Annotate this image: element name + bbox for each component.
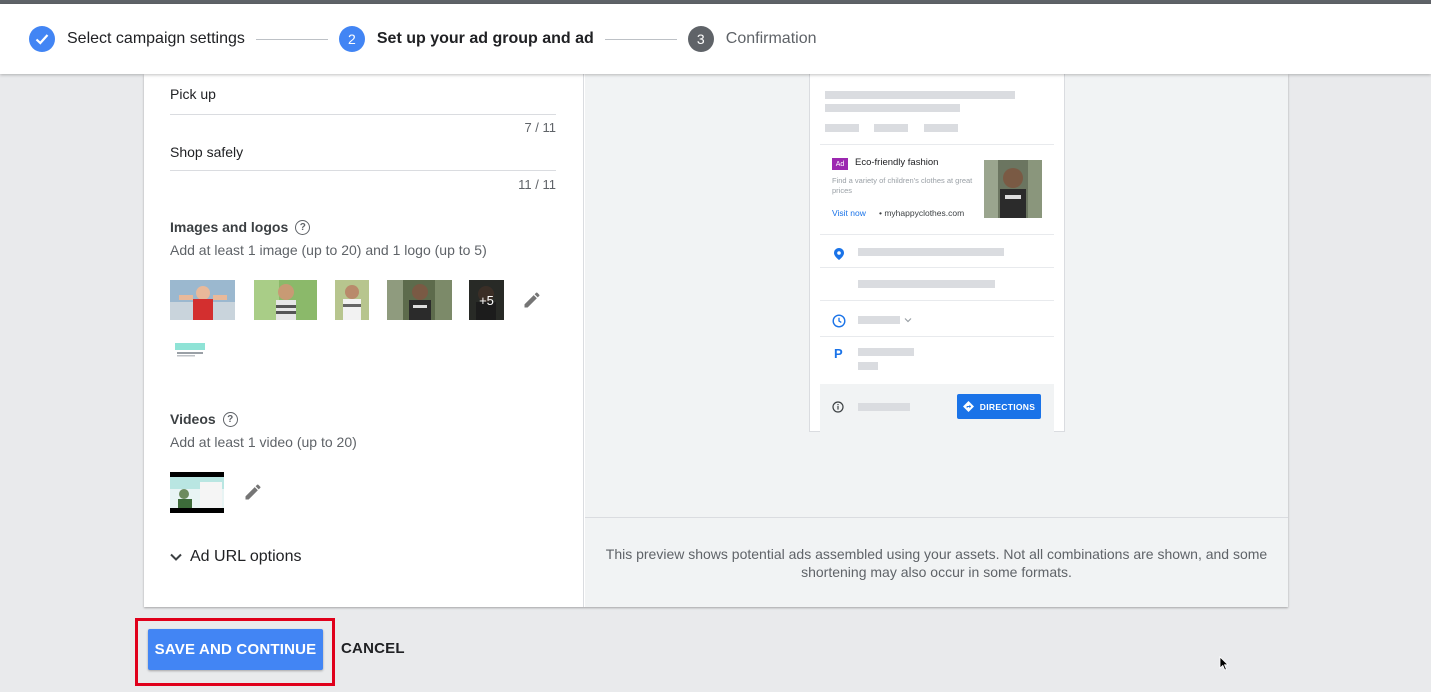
placeholder-bar [858, 348, 914, 356]
location-pin-icon [834, 248, 844, 260]
images-title-text: Images and logos [170, 219, 289, 235]
image-thumbnail[interactable] [335, 280, 369, 320]
placeholder-bar [924, 124, 958, 132]
ad-domain: • myhappyclothes.com [879, 208, 965, 218]
field-underline [170, 170, 556, 171]
image-thumbnail[interactable] [387, 280, 452, 320]
step-1[interactable]: Select campaign settings [29, 26, 245, 52]
mouse-cursor-icon [1219, 656, 1229, 671]
phone-preview: Ad Eco-friendly fashion Find a variety o… [809, 74, 1065, 432]
check-icon [29, 26, 55, 52]
step-connector [604, 38, 677, 40]
step-2-label: Set up your ad group and ad [376, 30, 594, 47]
directions-label: DIRECTIONS [979, 401, 1036, 412]
placeholder-bar [858, 248, 1004, 256]
character-counter: 7 / 11 [524, 120, 556, 135]
placeholder-bar [825, 104, 960, 112]
divider [820, 300, 1054, 301]
field-underline [170, 114, 556, 115]
more-count: +5 [469, 280, 504, 320]
placeholder-bar [858, 403, 910, 411]
placeholder-bar [858, 280, 995, 288]
save-and-continue-button[interactable]: SAVE AND CONTINUE [148, 629, 323, 670]
ad-url-options-toggle[interactable]: Ad URL options [168, 548, 301, 566]
headline-field[interactable]: Pick up [170, 86, 556, 116]
visit-now-link: Visit now [832, 208, 866, 218]
ad-title: Eco-friendly fashion [855, 157, 939, 168]
directions-icon [962, 401, 974, 412]
logo-thumbnail[interactable] [174, 341, 206, 359]
directions-button: DIRECTIONS [957, 394, 1041, 419]
help-icon[interactable]: ? [295, 219, 311, 235]
step-3[interactable]: 3 Confirmation [687, 26, 817, 52]
domain-text: myhappyclothes.com [884, 208, 965, 218]
ad-description: Find a variety of children's clothes at … [832, 176, 973, 195]
headline-value: Pick up [170, 86, 216, 102]
step-1-label: Select campaign settings [67, 30, 245, 47]
video-thumbnail[interactable] [170, 472, 224, 513]
videos-subtitle: Add at least 1 video (up to 20) [170, 434, 357, 450]
headline-field[interactable]: Shop safely [170, 144, 556, 174]
divider [820, 234, 1054, 235]
image-thumbnail[interactable] [254, 280, 317, 320]
info-icon [832, 401, 844, 413]
clock-icon [832, 314, 846, 328]
help-icon[interactable]: ? [222, 411, 238, 427]
step-3-number: 3 [687, 26, 714, 52]
preview-disclaimer: This preview shows potential ads assembl… [605, 546, 1268, 580]
chevron-down-icon [904, 318, 912, 323]
divider [820, 267, 1054, 268]
headline-value: Shop safely [170, 144, 244, 160]
images-subtitle: Add at least 1 image (up to 20) and 1 lo… [170, 242, 487, 258]
ad-form-panel: Pick up 7 / 11 Shop safely 11 / 11 Image… [144, 74, 584, 607]
step-2-number: 2 [338, 26, 365, 52]
ad-image [984, 160, 1042, 218]
ad-badge: Ad [832, 158, 848, 170]
parking-icon: P [834, 346, 843, 361]
ad-preview-panel: Ad Eco-friendly fashion Find a variety o… [585, 74, 1288, 607]
images-section-title: Images and logos ? [170, 219, 311, 235]
videos-title-text: Videos [170, 411, 216, 427]
placeholder-bar [858, 316, 900, 324]
chevron-down-icon [170, 553, 182, 561]
divider [585, 517, 1288, 518]
placeholder-bar [825, 124, 859, 132]
divider [820, 144, 1054, 145]
edit-pencil-icon[interactable] [522, 290, 542, 310]
videos-section-title: Videos ? [170, 411, 238, 427]
stepper-header: Select campaign settings 2 Set up your a… [0, 4, 1431, 74]
placeholder-bar [858, 362, 878, 370]
ad-preview-block: Ad Eco-friendly fashion Find a variety o… [820, 152, 1054, 232]
ad-editor-card: Pick up 7 / 11 Shop safely 11 / 11 Image… [144, 74, 1288, 607]
more-images-thumbnail[interactable]: +5 [469, 280, 504, 320]
step-connector [255, 38, 328, 40]
cancel-button[interactable]: CANCEL [341, 640, 405, 657]
character-counter: 11 / 11 [518, 177, 556, 192]
step-2[interactable]: 2 Set up your ad group and ad [338, 26, 594, 52]
placeholder-bar [825, 91, 1015, 99]
placeholder-bar [874, 124, 908, 132]
edit-pencil-icon[interactable] [243, 482, 263, 502]
image-thumbnail[interactable] [170, 280, 235, 320]
divider [820, 336, 1054, 337]
step-3-label: Confirmation [725, 30, 817, 47]
ad-url-options-label: Ad URL options [190, 548, 302, 565]
